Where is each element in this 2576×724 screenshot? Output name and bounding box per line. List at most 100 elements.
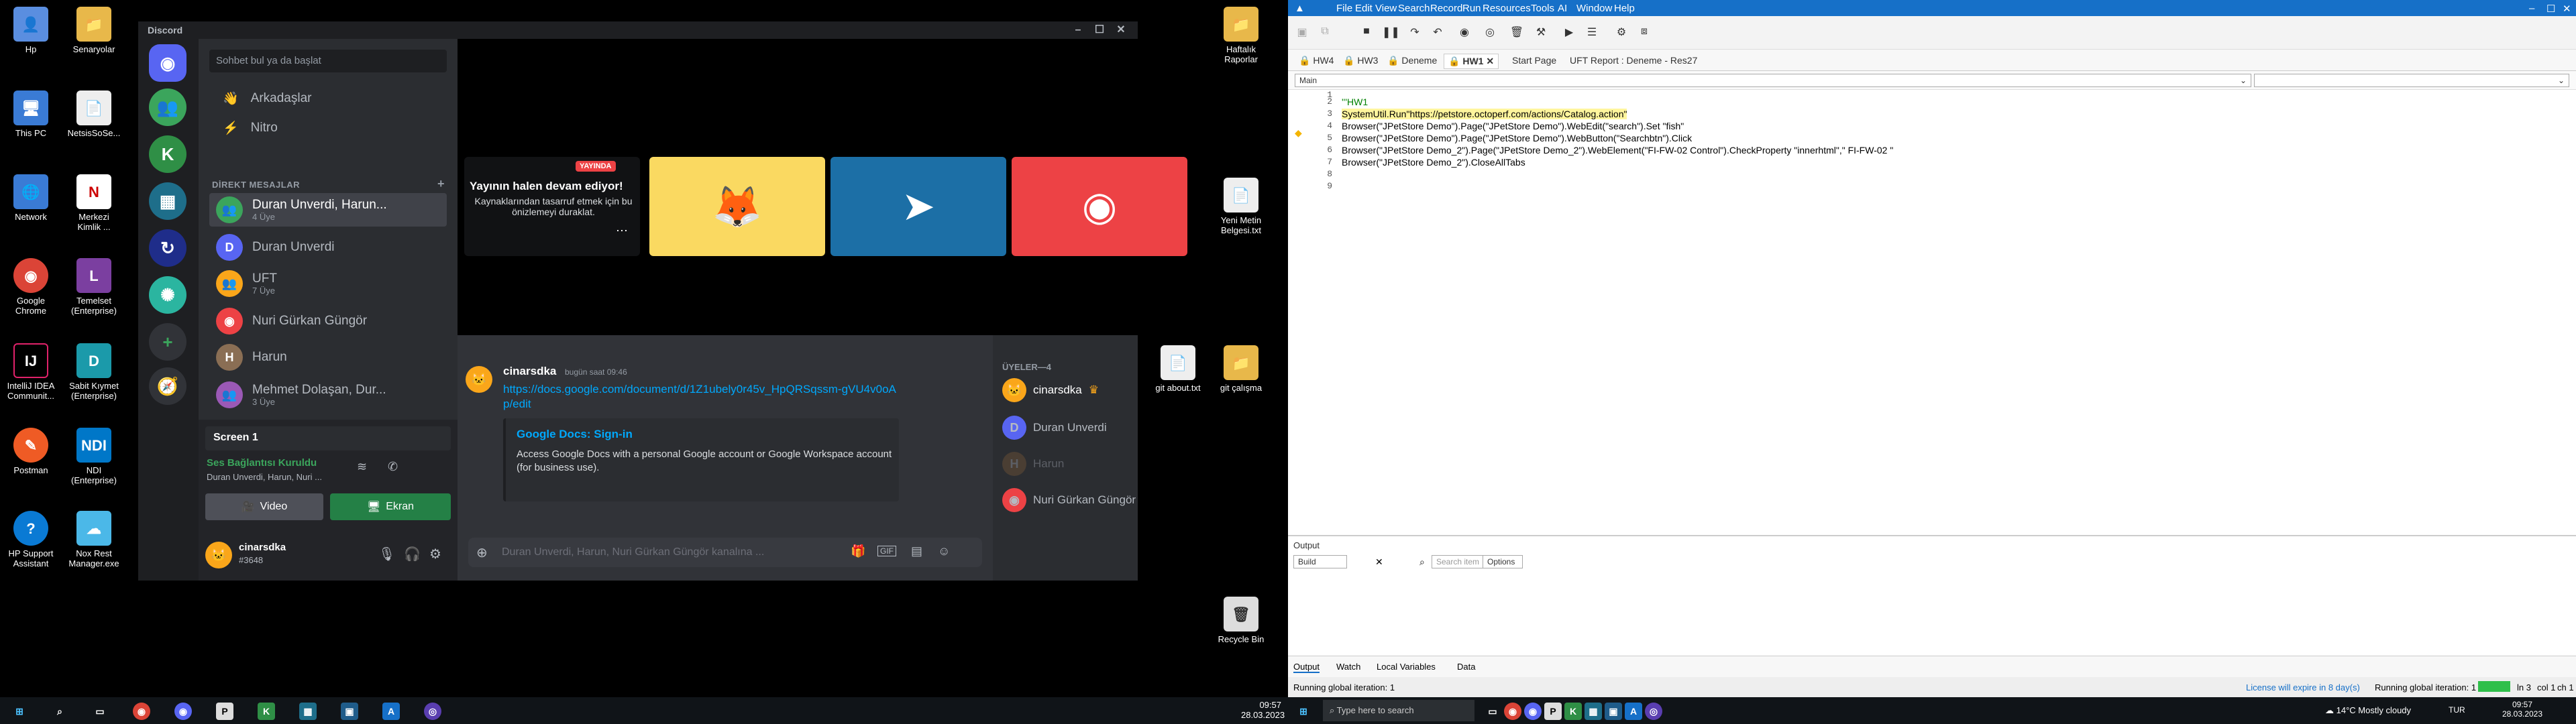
desktop-icon[interactable]: IJ IntelliJ IDEA Communit...: [4, 343, 58, 401]
output-search-input[interactable]: Search item: [1432, 555, 1488, 568]
dm-search-input[interactable]: Sohbet bul ya da başlat: [209, 50, 447, 72]
desktop-icon[interactable]: ☁ Nox Rest Manager.exe: [67, 511, 121, 568]
nav-nitro[interactable]: ⚡ Nitro: [209, 114, 447, 142]
delete-icon[interactable]: 🗑: [1509, 25, 1524, 40]
window-icon[interactable]: ⧈: [1637, 25, 1652, 40]
desktop-icon[interactable]: ✎ Postman: [4, 428, 58, 475]
app-icon[interactable]: ▦: [299, 703, 317, 720]
weather[interactable]: ☁ 14°C Mostly cloudy: [2325, 705, 2411, 716]
desktop-icon[interactable]: 📄 git about.txt: [1151, 345, 1205, 393]
desktop-icon[interactable]: ? HP Support Assistant: [4, 511, 58, 568]
more-icon[interactable]: ⋯: [616, 224, 628, 238]
desktop-icon[interactable]: 📁 git çalışma: [1214, 345, 1268, 393]
user-avatar[interactable]: 🐱: [205, 542, 232, 568]
options-button[interactable]: Options: [1483, 555, 1523, 568]
desktop-icon[interactable]: ◉ Google Chrome: [4, 258, 58, 316]
k-icon[interactable]: K: [258, 703, 275, 720]
menu-help[interactable]: Help: [1614, 3, 1635, 14]
tab-uft-report[interactable]: UFT Report : Deneme - Res27: [1566, 54, 1701, 67]
menu-edit[interactable]: Edit: [1355, 3, 1373, 14]
explore-icon[interactable]: 🧭: [149, 367, 186, 405]
desktop-icon[interactable]: 📁 Haftalık Raporlar: [1214, 7, 1268, 64]
desktop-icon[interactable]: D Sabit Kıymet (Enterprise): [67, 343, 121, 401]
record-icon[interactable]: ◉: [1457, 25, 1472, 40]
tab-deneme[interactable]: 🔒 Deneme: [1383, 54, 1441, 68]
menu-record[interactable]: Record: [1430, 3, 1462, 14]
server-icon[interactable]: ▦: [149, 182, 186, 220]
tab-local-variables[interactable]: Local Variables: [1377, 662, 1436, 672]
nav-friends[interactable]: 👋 Arkadaşlar: [209, 84, 447, 113]
uft-icon[interactable]: A: [1625, 703, 1642, 720]
search-icon[interactable]: ⌕: [51, 703, 68, 720]
discord-icon[interactable]: ◉: [1524, 703, 1542, 720]
chrome-icon[interactable]: ◉: [1504, 703, 1521, 720]
member-select[interactable]: ⌄: [2254, 74, 2569, 87]
desktop-icon[interactable]: L Temelset (Enterprise): [67, 258, 121, 316]
clear-icon[interactable]: ✕: [1375, 556, 1383, 568]
emoji-icon[interactable]: ☺: [938, 544, 950, 558]
settings-icon[interactable]: ⚙: [1614, 25, 1629, 40]
dm-item[interactable]: 👥 Duran Unverdi, Harun... 4 Üye: [209, 193, 447, 227]
gif-icon[interactable]: GIF: [877, 546, 896, 556]
menu-tools[interactable]: Tools: [1531, 3, 1554, 14]
search-icon[interactable]: ⌕: [1419, 556, 1425, 568]
dm-item[interactable]: 👥 UFT 7 Üye: [209, 267, 447, 300]
gift-icon[interactable]: 🎁: [851, 544, 865, 558]
app-icon[interactable]: ▣: [1605, 703, 1622, 720]
desktop-icon[interactable]: NDI NDI (Enterprise): [67, 428, 121, 485]
tab-hw1[interactable]: 🔒 HW1 ✕: [1444, 54, 1499, 69]
step-icon[interactable]: ↷: [1407, 25, 1422, 40]
server-icon[interactable]: ↻: [149, 229, 186, 267]
stream-card-discord[interactable]: ◉: [1012, 157, 1187, 256]
maximize-icon[interactable]: ☐: [2546, 3, 2555, 15]
menu-file[interactable]: File: [1336, 3, 1352, 14]
menu-ai[interactable]: AI: [1558, 3, 1567, 14]
app-icon[interactable]: ▦: [1585, 703, 1602, 720]
dm-item[interactable]: 👥 Mehmet Dolaşan, Dur... 3 Üye: [209, 378, 447, 412]
noise-icon[interactable]: ≋: [357, 460, 367, 474]
server-icon[interactable]: K: [149, 135, 186, 173]
code-editor[interactable]: ◆ 1 2 3 4 5 6 7 8 9 '''HW1 SystemUtil.Ru…: [1288, 90, 2576, 535]
desktop-icon[interactable]: 🌐 Network: [4, 174, 58, 222]
close-icon[interactable]: ✕: [1486, 56, 1494, 66]
screen-button[interactable]: 🖥 Ekran: [330, 493, 451, 520]
add-attachment-icon[interactable]: ⊕: [476, 544, 488, 561]
language[interactable]: TUR: [2449, 705, 2465, 715]
output-select[interactable]: Build: [1293, 555, 1347, 568]
start-icon[interactable]: ⊞: [1295, 703, 1312, 720]
minimize-icon[interactable]: –: [2529, 3, 2534, 14]
copy-icon[interactable]: ⧉: [1318, 25, 1332, 40]
menu-window[interactable]: Window: [1576, 3, 1612, 14]
stream-card-arrow[interactable]: ➤: [830, 157, 1006, 256]
run-icon[interactable]: ▶: [1562, 25, 1576, 40]
sticker-icon[interactable]: ▤: [911, 544, 922, 558]
home-icon[interactable]: ◉: [149, 44, 186, 82]
desktop-icon[interactable]: 🗑 Recycle Bin: [1214, 597, 1268, 644]
uft-icon[interactable]: A: [382, 703, 400, 720]
message-link[interactable]: https://docs.google.com/document/d/1Z1ub…: [503, 382, 906, 412]
stop-icon[interactable]: ■: [1359, 25, 1374, 40]
p-icon[interactable]: P: [1544, 703, 1562, 720]
app-icon[interactable]: ▣: [341, 703, 358, 720]
tab-watch[interactable]: Watch: [1336, 662, 1360, 672]
step-out-icon[interactable]: ↶: [1430, 25, 1445, 40]
embed-title[interactable]: Google Docs: Sign-in: [517, 428, 633, 441]
server-icon[interactable]: 👥: [149, 88, 186, 126]
app-icon[interactable]: ◎: [424, 703, 441, 720]
desktop-icon[interactable]: 📄 Yeni Metin Belgesi.txt: [1214, 178, 1268, 235]
taskview-icon[interactable]: ▭: [1484, 703, 1501, 720]
settings-icon[interactable]: ⚙: [429, 546, 441, 562]
desktop-icon[interactable]: 📁 Senaryolar: [67, 7, 121, 54]
headphones-icon[interactable]: 🎧: [404, 546, 421, 562]
start-icon[interactable]: ⊞: [11, 703, 28, 720]
tab-hw3[interactable]: 🔒 HW3: [1339, 54, 1382, 68]
save-icon[interactable]: ▣: [1295, 25, 1309, 40]
desktop-icon[interactable]: 📄 NetsisSoSe...: [67, 90, 121, 138]
video-button[interactable]: 🎥 Video: [205, 493, 323, 520]
server-icon[interactable]: ✺: [149, 276, 186, 314]
dm-item[interactable]: D Duran Unverdi: [209, 231, 447, 264]
member-item[interactable]: ◉ Nuri Gürkan Güngör: [1002, 488, 1136, 512]
desktop-icon[interactable]: N Merkezi Kimlik ...: [67, 174, 121, 232]
license-text[interactable]: License will expire in 8 day(s): [2246, 682, 2360, 692]
debug-icon[interactable]: ⚒: [1534, 25, 1548, 40]
